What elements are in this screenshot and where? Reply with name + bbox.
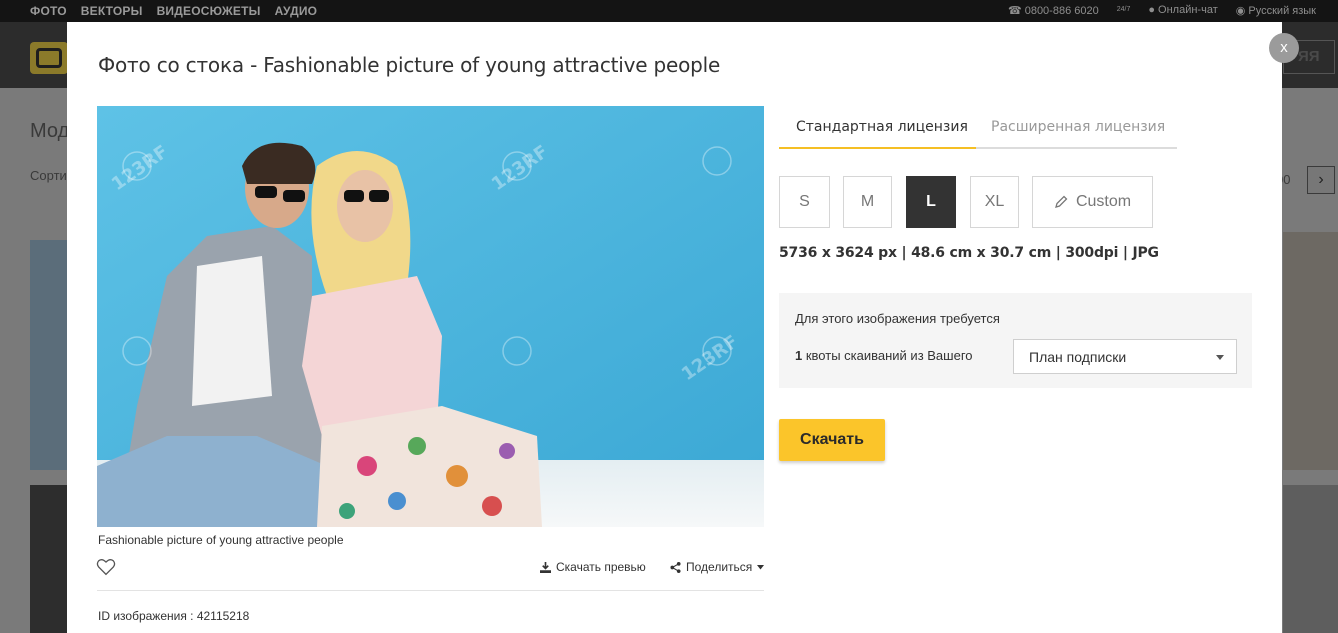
quota-count: 1 [795,348,803,363]
background-page-title: Мод [30,120,70,142]
image-caption: Fashionable picture of young attractive … [98,533,344,547]
background-thumbnail[interactable] [30,485,70,633]
support-hours: 24/7 [1116,6,1131,13]
size-l-button[interactable]: L [906,176,956,228]
tab-extended-license[interactable]: Расширенная лицензия [991,119,1165,135]
chat-link[interactable]: ● Онлайн-чат [1148,4,1217,17]
background-sort-label[interactable]: Сорти [30,168,67,183]
active-tab-indicator [779,147,976,149]
download-preview-link[interactable]: Скачать превью [540,560,646,574]
top-right-info: ☎ 0800-886 6020 24/7 ● Онлайн-чат ◉ Русс… [1008,4,1316,17]
site-logo[interactable] [30,42,68,74]
download-icon [540,561,551,573]
plan-select[interactable]: План подписки [1013,339,1237,374]
image-specs: 5736 x 3624 px | 48.6 cm x 30.7 cm | 300… [779,245,1159,261]
background-thumbnail[interactable] [1283,485,1338,633]
caret-down-icon [757,564,765,569]
size-xl-button[interactable]: XL [970,176,1019,228]
plan-select-value: План подписки [1029,349,1127,365]
caret-down-icon [1216,355,1224,360]
heart-icon[interactable] [96,558,116,576]
divider [97,590,764,591]
phone-number[interactable]: ☎ 0800-886 6020 [1008,4,1099,17]
quota-source-text: квоты скаиваний из Вашего [805,348,973,363]
size-s-button[interactable]: S [779,176,830,228]
share-label: Поделиться [686,560,753,574]
quota-box: Для этого изображения требуется 1 квоты … [779,293,1252,388]
photo-illustration: 123RF 123RF 123RF [97,106,764,527]
pencil-icon [1054,195,1068,208]
language-link[interactable]: ◉ Русский язык [1236,4,1316,17]
download-button[interactable]: Скачать [779,419,885,461]
image-modal: Фото со стока - Fashionable picture of y… [67,22,1282,633]
top-bar: ФОТО ВЕКТОРЫ ВИДЕОСЮЖЕТЫ АУДИО ☎ 0800-88… [0,0,1338,22]
quota-count-text: 1 квоты скаиваний из Вашего [795,348,973,363]
stock-photo[interactable]: 123RF 123RF 123RF [97,106,764,527]
nav-vectors[interactable]: ВЕКТОРЫ [81,4,143,18]
custom-size-button[interactable]: Custom [1032,176,1153,228]
tab-standard-license[interactable]: Стандартная лицензия [796,119,968,135]
custom-size-label: Custom [1075,193,1132,210]
background-thumbnail[interactable] [30,240,70,470]
background-thumbnail[interactable] [1283,232,1338,470]
download-preview-label: Скачать превью [556,560,646,574]
share-dropdown[interactable]: Поделиться [670,560,765,574]
license-tabs: Стандартная лицензия Расширенная лицензи… [779,108,1177,149]
quota-required-text: Для этого изображения требуется [795,311,1000,326]
next-page-icon[interactable]: › [1307,166,1335,194]
image-id: ID изображения : 42115218 [98,609,250,623]
close-button[interactable]: x [1269,33,1299,63]
modal-title: Фото со стока - Fashionable picture of y… [98,53,721,77]
size-m-button[interactable]: M [843,176,892,228]
nav-video[interactable]: ВИДЕОСЮЖЕТЫ [157,4,261,18]
top-nav: ФОТО ВЕКТОРЫ ВИДЕОСЮЖЕТЫ АУДИО [30,4,317,18]
nav-audio[interactable]: АУДИО [275,4,318,18]
share-icon [670,561,681,573]
nav-photo[interactable]: ФОТО [30,4,67,18]
